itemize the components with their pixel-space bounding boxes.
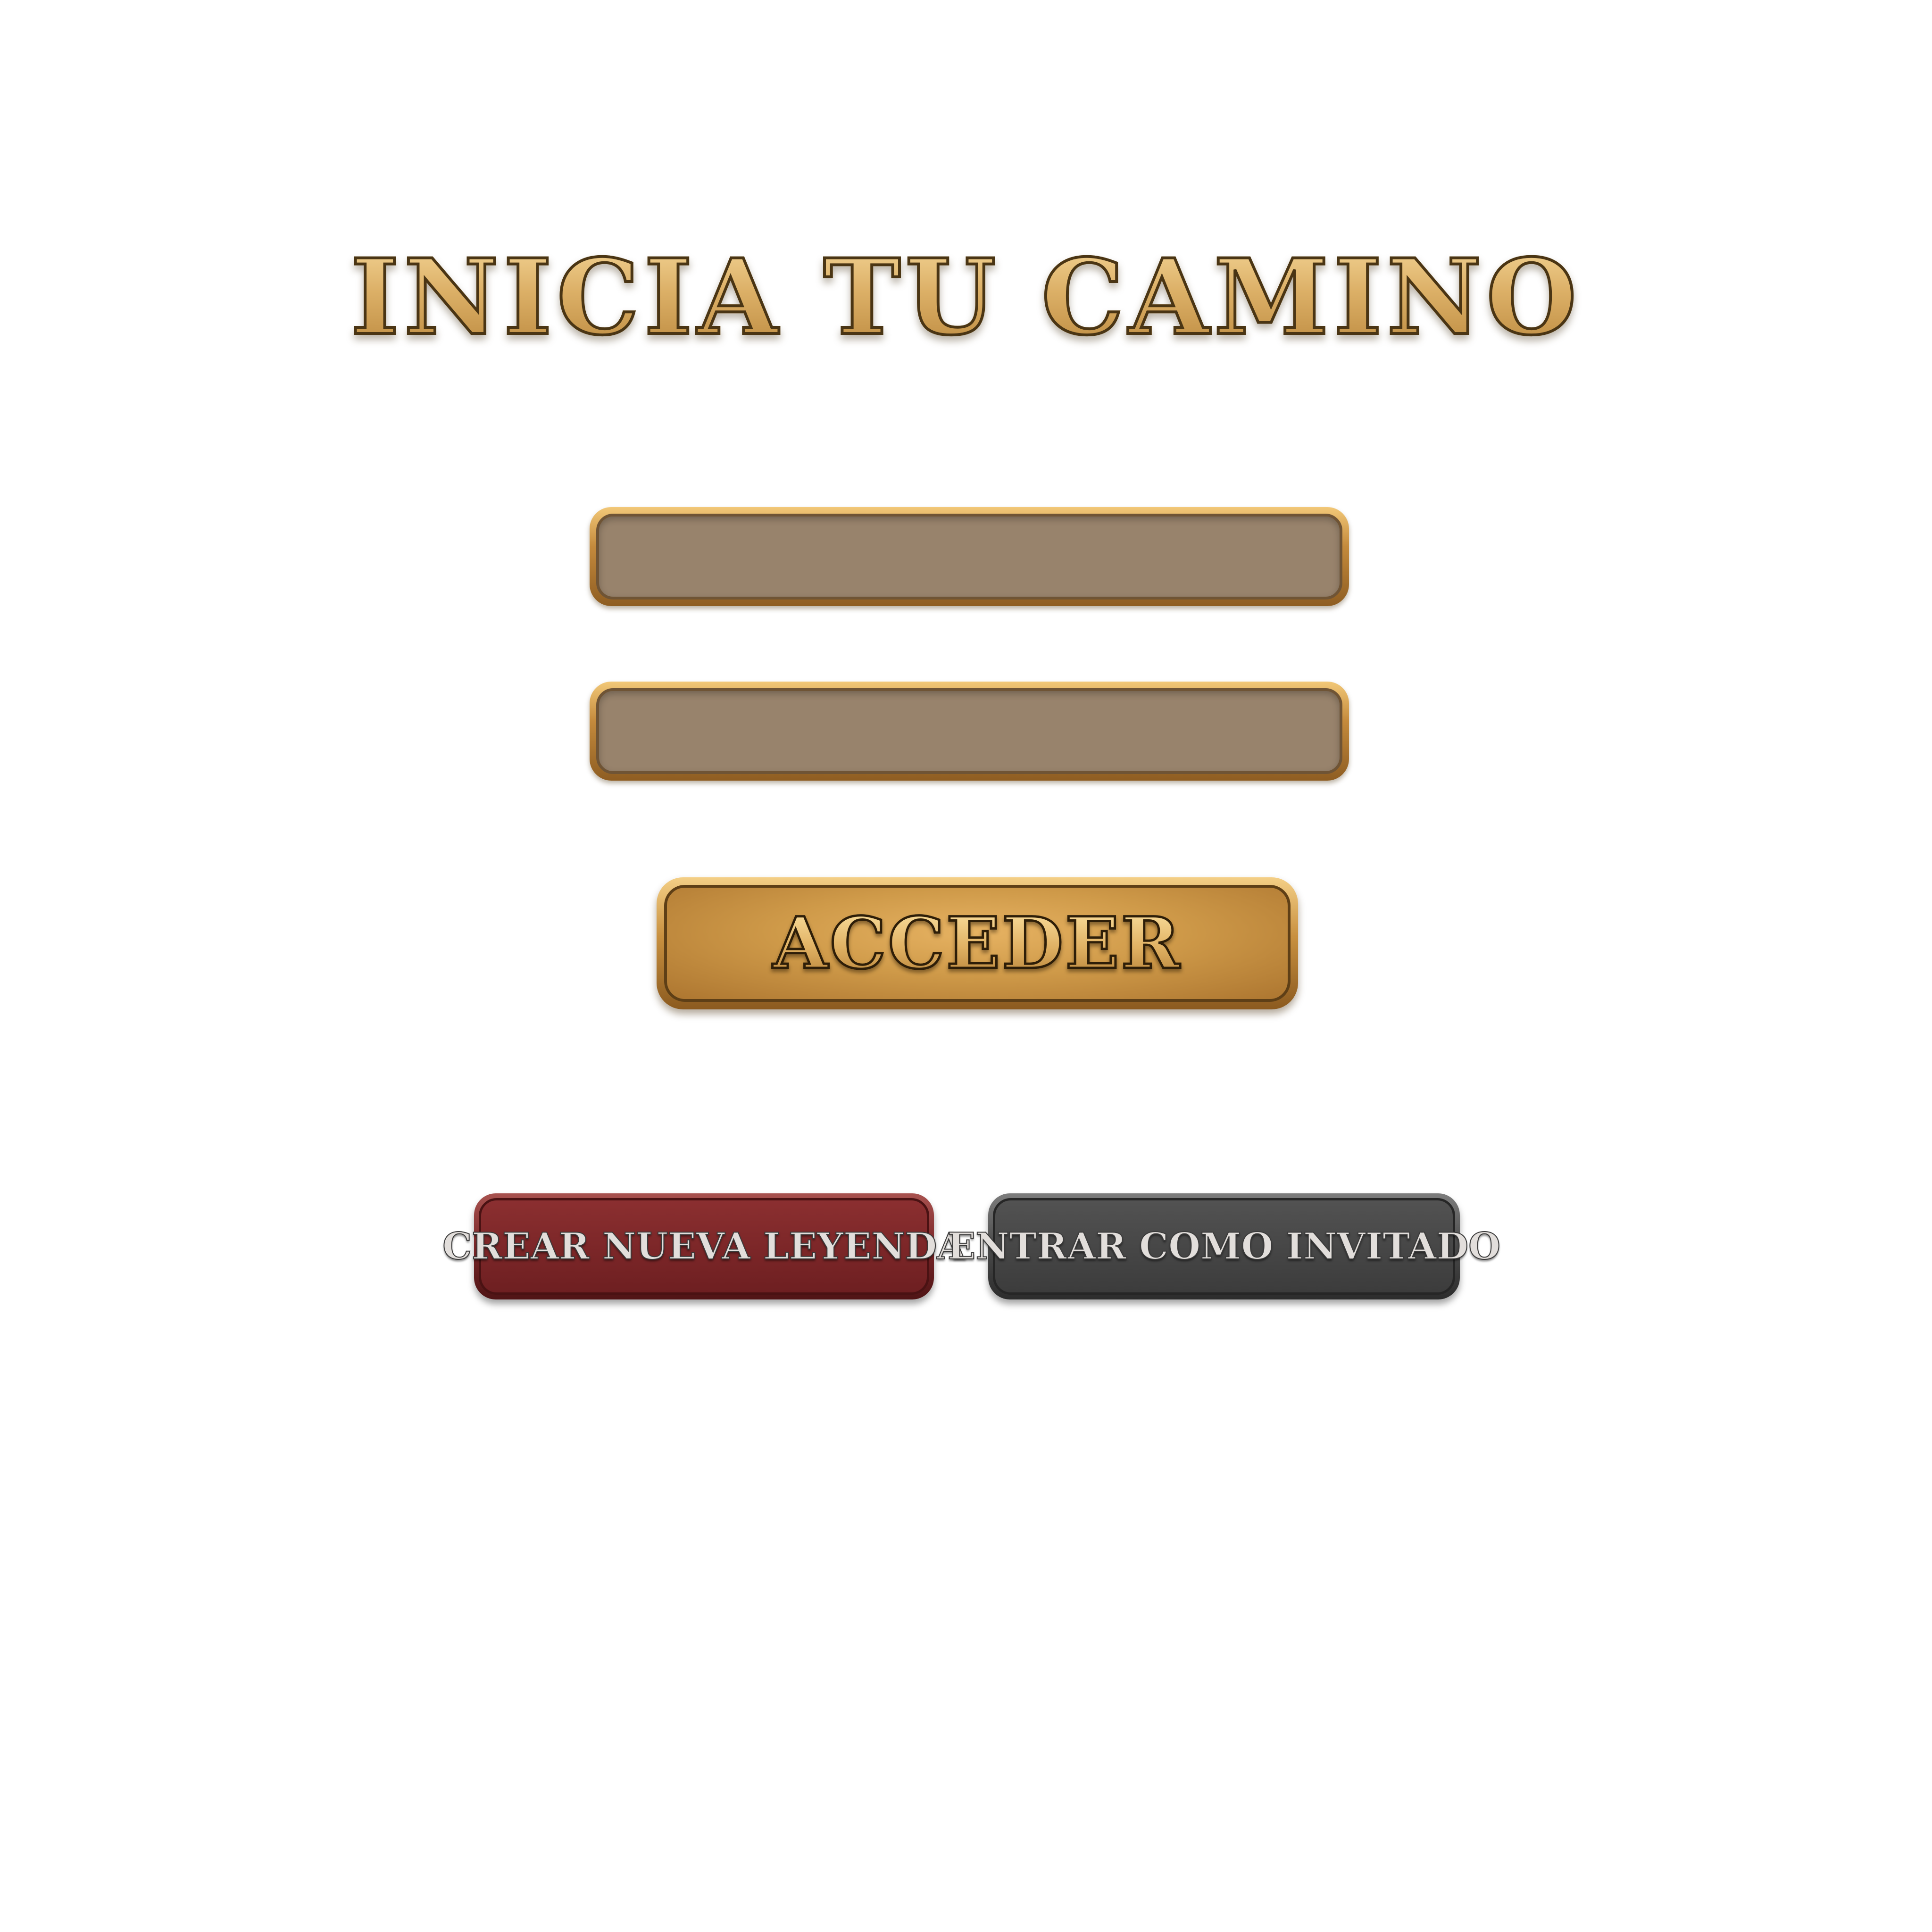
guest-login-button-label: ENTRAR COMO INVITADO bbox=[947, 1224, 1501, 1268]
password-field[interactable] bbox=[590, 682, 1349, 781]
create-account-button-label: CREAR NUEVA LEYENDA bbox=[442, 1224, 966, 1268]
login-button-face: ACCEDER bbox=[664, 885, 1291, 1002]
guest-login-button-face: ENTRAR COMO INVITADO bbox=[947, 1198, 1501, 1295]
create-account-button-face: CREAR NUEVA LEYENDA bbox=[442, 1198, 966, 1295]
username-field[interactable] bbox=[590, 507, 1349, 606]
login-title: INICIA TU CAMINO bbox=[0, 234, 1932, 359]
username-field-inner bbox=[596, 514, 1342, 600]
login-button-label: ACCEDER bbox=[772, 901, 1182, 986]
create-account-button[interactable]: CREAR NUEVA LEYENDA bbox=[442, 1193, 966, 1299]
guest-login-button[interactable]: ENTRAR COMO INVITADO bbox=[947, 1193, 1501, 1299]
username-input[interactable] bbox=[599, 516, 1340, 597]
password-field-inner bbox=[596, 688, 1342, 774]
login-button[interactable]: ACCEDER bbox=[657, 877, 1298, 1009]
password-input[interactable] bbox=[599, 691, 1340, 771]
